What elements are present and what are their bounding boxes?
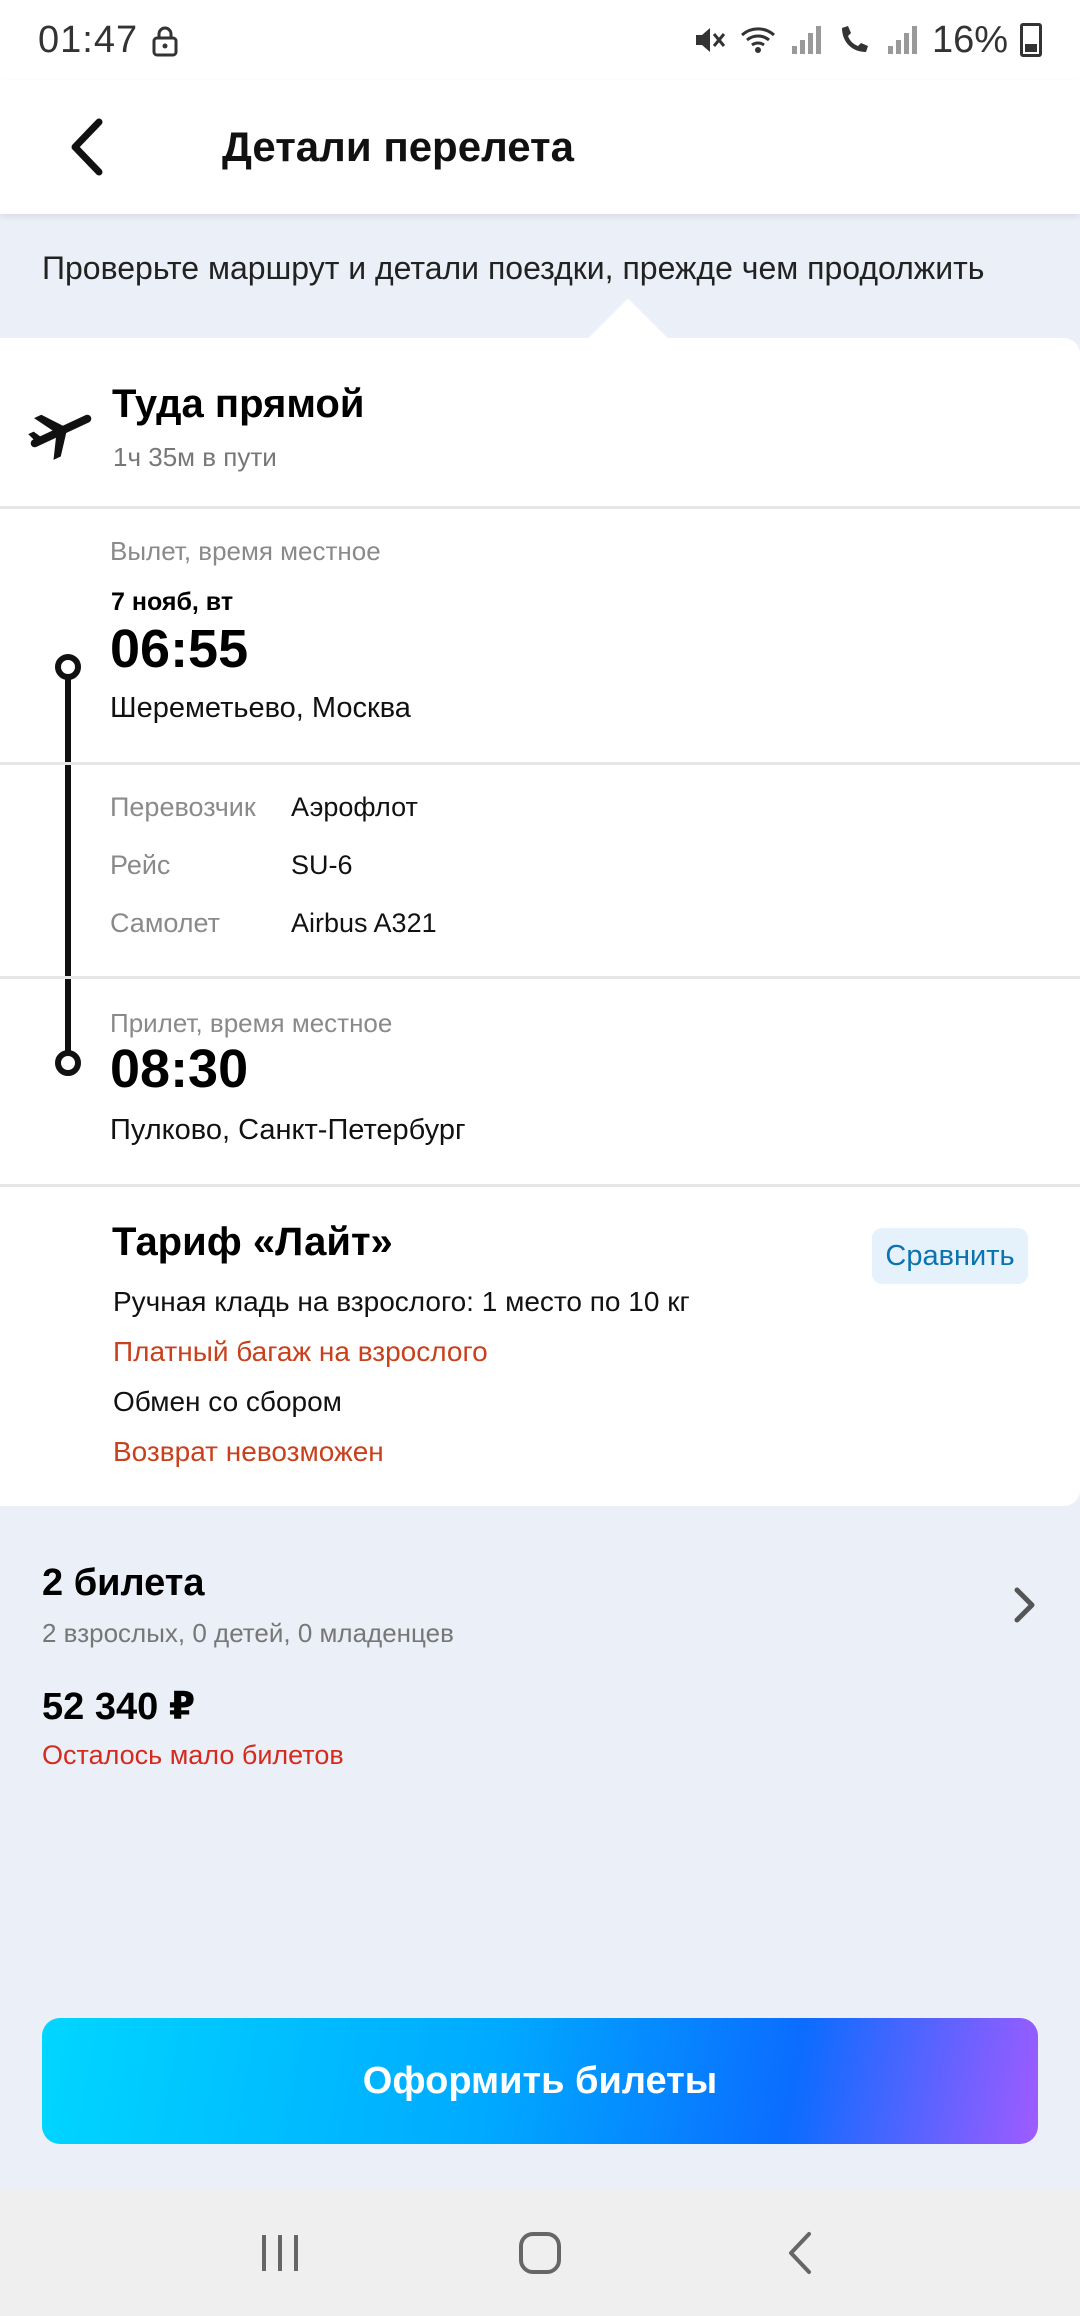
departure-airport: Шереметьево, Москва: [110, 692, 411, 724]
total-price: 52 340 ₽: [42, 1686, 196, 1728]
hint-text: Проверьте маршрут и детали поездки, преж…: [42, 250, 985, 286]
divider: [0, 976, 1080, 979]
tickets-details-button[interactable]: [1000, 1580, 1050, 1630]
availability-warning: Осталось мало билетов: [42, 1740, 344, 1770]
tariff-line: Платный багаж на взрослого: [113, 1336, 488, 1367]
tariff-line: Возврат невозможен: [113, 1436, 384, 1467]
info-value: SU-6: [291, 850, 353, 880]
battery-icon: [1020, 23, 1042, 57]
recent-apps-icon: [262, 2235, 298, 2271]
lock-icon: [152, 24, 178, 57]
signal-icon-2: [887, 26, 917, 54]
arrival-airport: Пулково, Санкт-Петербург: [110, 1114, 466, 1146]
nav-back-button[interactable]: [760, 2213, 840, 2293]
info-row-carrier: Перевозчик Аэрофлот: [110, 792, 418, 823]
mute-icon: [695, 28, 726, 52]
divider: [0, 762, 1080, 765]
tariff-line: Ручная кладь на взрослого: 1 место по 10…: [113, 1286, 690, 1317]
info-row-aircraft: Самолет Airbus A321: [110, 908, 437, 939]
info-key: Перевозчик: [110, 792, 256, 822]
arrival-time: 08:30: [110, 1039, 249, 1099]
wifi-icon: [740, 27, 775, 53]
chevron-right-icon: [1014, 1587, 1035, 1623]
departure-dot: [55, 654, 81, 680]
info-value: Airbus A321: [291, 908, 437, 938]
info-key: Самолет: [110, 908, 221, 938]
signal-icon: [791, 26, 821, 54]
flight-card: Туда прямой 1ч 35м в пути Вылет, время м…: [0, 338, 1080, 1506]
recent-apps-button[interactable]: [240, 2213, 320, 2293]
timeline-line: [65, 666, 71, 1064]
divider: [0, 1184, 1080, 1187]
route-duration: 1ч 35м в пути: [113, 442, 277, 472]
system-nav-bar: [0, 2190, 1080, 2316]
app-header: Детали перелета: [0, 80, 1080, 214]
passengers-summary: 2 взрослых, 0 детей, 0 младенцев: [42, 1618, 454, 1648]
tariff-line: Обмен со сбором: [113, 1386, 342, 1417]
wifi-call-icon: [841, 26, 868, 52]
departure-time: 06:55: [110, 619, 249, 679]
tariff-title: Тариф «Лайт»: [112, 1220, 393, 1264]
arrival-label: Прилет, время местное: [110, 1008, 393, 1038]
info-value: Аэрофлот: [291, 792, 418, 822]
back-button[interactable]: [42, 102, 132, 192]
nav-back-icon: [789, 2232, 811, 2274]
home-button[interactable]: [500, 2213, 580, 2293]
arrival-dot: [55, 1050, 81, 1076]
route-header: Туда прямой 1ч 35м в пути: [0, 338, 1080, 508]
status-bar: 01:47 16%: [0, 0, 1080, 80]
tickets-count[interactable]: 2 билета: [42, 1562, 205, 1605]
route-title: Туда прямой: [112, 382, 365, 426]
departure-label: Вылет, время местное: [110, 536, 381, 566]
battery-percent: 16%: [931, 18, 1008, 61]
info-key: Рейс: [110, 850, 171, 880]
page-title: Детали перелета: [222, 123, 574, 170]
back-arrow-icon: [71, 118, 103, 176]
status-icons: 16%: [692, 19, 1042, 62]
book-tickets-button[interactable]: Оформить билеты: [42, 2018, 1038, 2144]
plane-icon: [28, 398, 94, 464]
home-icon: [519, 2232, 561, 2274]
compare-button[interactable]: Сравнить: [872, 1228, 1028, 1284]
status-time: 01:47: [38, 18, 139, 61]
info-row-flight: Рейс SU-6: [110, 850, 353, 881]
divider: [0, 506, 1080, 509]
departure-date: 7 нояб, вт: [111, 588, 234, 616]
